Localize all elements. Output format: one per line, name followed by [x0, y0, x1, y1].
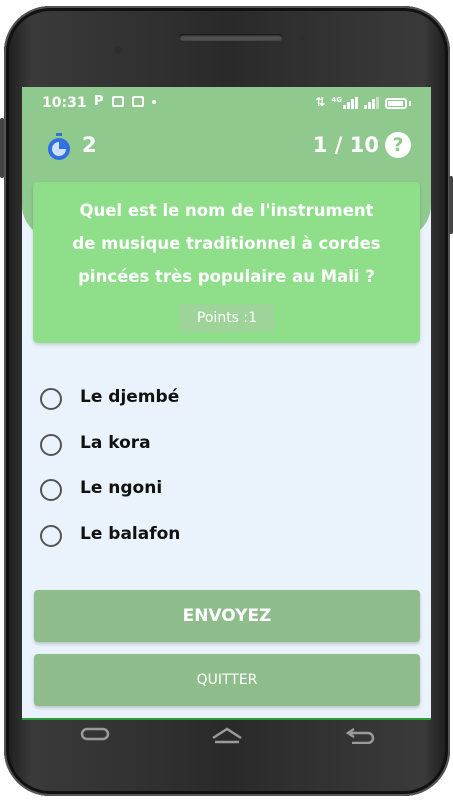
p-icon: P: [94, 94, 104, 109]
radio-button[interactable]: [40, 524, 62, 547]
answer-option[interactable]: La kora: [40, 429, 420, 475]
points-badge: Points :1: [179, 304, 275, 332]
battery-icon: [385, 98, 407, 109]
radio-button[interactable]: [40, 479, 62, 501]
question-text: Quel est le nom de l'instrument de musiq…: [53, 194, 400, 293]
answer-label[interactable]: La kora: [80, 433, 151, 453]
power-button: [449, 176, 453, 234]
earpiece: [179, 34, 283, 41]
question-card: Quel est le nom de l'instrument de musiq…: [33, 182, 420, 343]
question-progress: 1 / 10: [312, 133, 379, 157]
answer-option[interactable]: Le balafon: [40, 520, 420, 566]
stopwatch-icon: [46, 133, 72, 165]
status-bar: 10:31 P ⇅ 4G: [22, 87, 431, 119]
home-icon[interactable]: [210, 726, 244, 748]
answer-label[interactable]: Le djembé: [80, 387, 179, 407]
data-icon: ⇅: [315, 95, 326, 109]
answer-option[interactable]: Le ngoni: [40, 474, 420, 520]
status-time: 10:31: [42, 95, 87, 111]
app-icon: [131, 96, 144, 107]
app-screen: 10:31 P ⇅ 4G 2 1 / 10 ? Quel est le nom …: [22, 87, 431, 720]
signal-icon: [364, 97, 379, 109]
help-icon[interactable]: ?: [385, 132, 411, 158]
message-icon: [111, 96, 124, 107]
question-line: de musique traditionnel à cordes: [72, 234, 381, 253]
answer-options: Le djembé La kora Le ngoni Le balafon: [40, 383, 420, 565]
network-type-label: 4G: [331, 96, 342, 104]
quit-button[interactable]: QUITTER: [34, 654, 420, 706]
signal-4g-icon: 4G: [331, 97, 358, 109]
bottom-accent: [22, 718, 431, 720]
back-icon[interactable]: [344, 726, 376, 748]
front-camera: [114, 46, 122, 54]
navigation-bar: [22, 722, 431, 754]
answer-label[interactable]: Le ngoni: [80, 478, 162, 498]
radio-button[interactable]: [40, 388, 62, 410]
radio-button[interactable]: [40, 433, 62, 456]
dot-icon: [151, 99, 156, 104]
battery-tip: [409, 101, 411, 106]
recent-apps-icon[interactable]: [80, 726, 110, 746]
send-button[interactable]: ENVOYEZ: [34, 590, 420, 642]
answer-option[interactable]: Le djembé: [40, 383, 420, 429]
proximity-sensor: [300, 36, 305, 41]
answer-label[interactable]: Le balafon: [80, 524, 180, 544]
timer-count: 2: [82, 133, 97, 157]
question-line: pincées très populaire au Mali ?: [78, 267, 375, 286]
question-line: Quel est le nom de l'instrument: [79, 201, 374, 220]
volume-button: [0, 118, 4, 178]
